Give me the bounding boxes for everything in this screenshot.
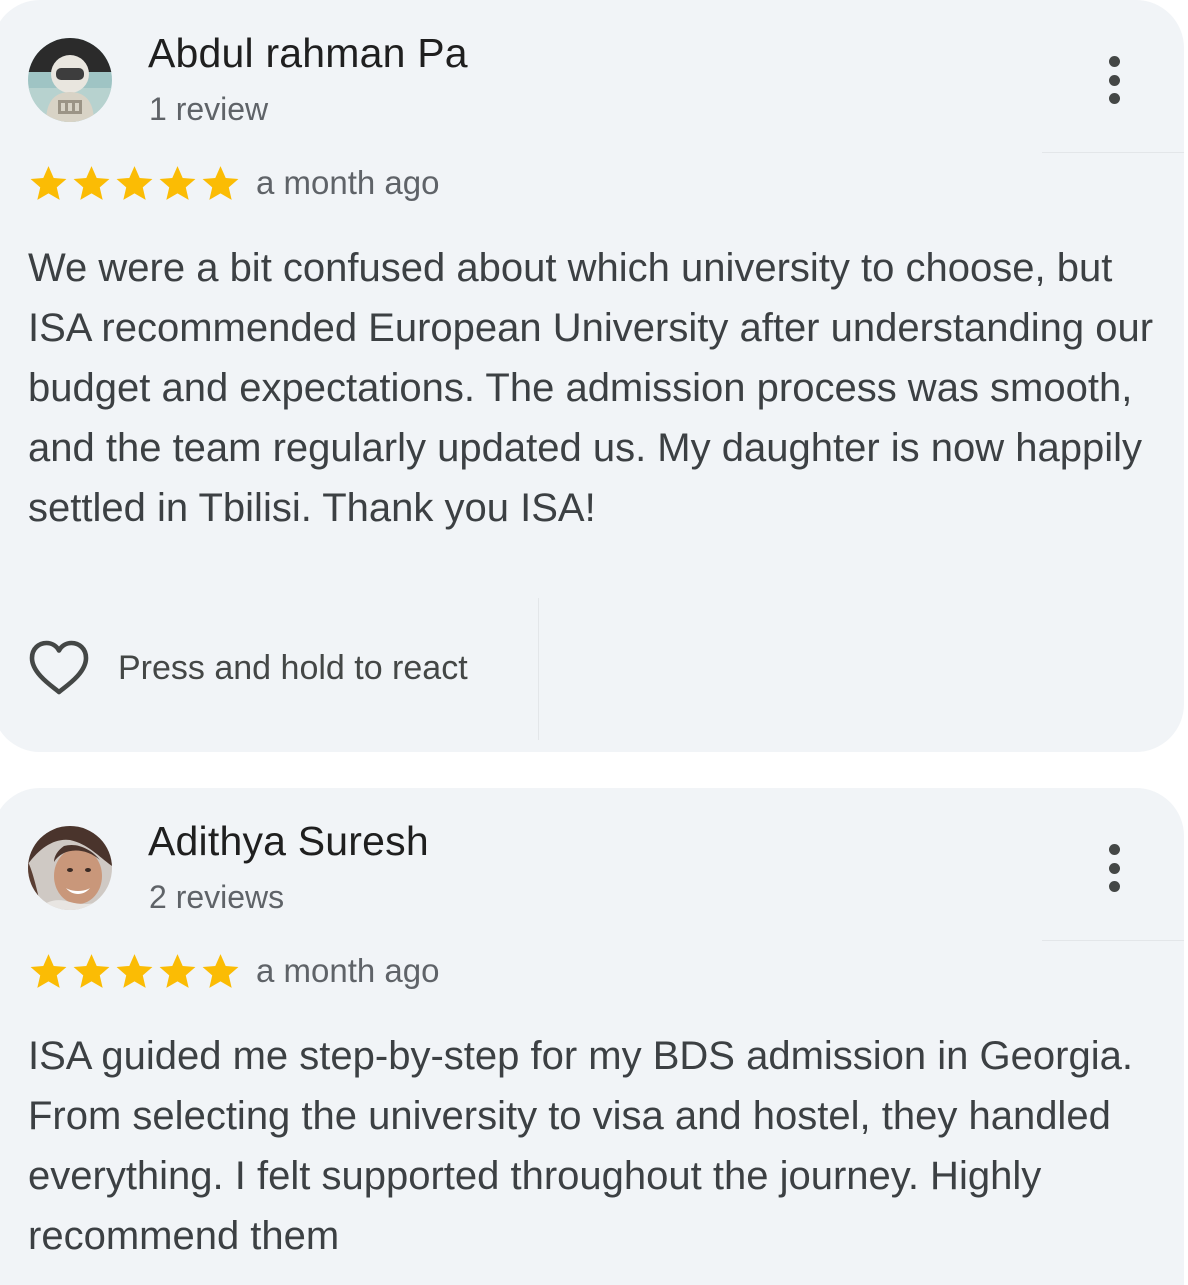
review-date: a month ago	[256, 952, 440, 989]
more-options-button[interactable]	[1092, 50, 1136, 110]
divider	[538, 598, 539, 740]
review-date: a month ago	[256, 164, 440, 201]
star-filled-icon	[116, 953, 153, 988]
reviewer-review-count[interactable]: 1 review	[149, 91, 268, 128]
rating-row: a month ago	[28, 160, 439, 206]
profile-photo-avatar-icon	[28, 826, 112, 910]
star-filled-icon	[30, 953, 67, 988]
more-options-button[interactable]	[1092, 838, 1136, 898]
reviewer-review-count[interactable]: 2 reviews	[149, 879, 284, 916]
review-text: ISA guided me step-by-step for my BDS ad…	[28, 1034, 1133, 1258]
star-filled-icon	[159, 953, 196, 988]
star-filled-icon	[73, 165, 110, 200]
more-vert-icon	[1108, 56, 1120, 67]
more-vert-icon-dot	[1108, 93, 1120, 104]
reviewer-avatar[interactable]	[28, 38, 112, 122]
review-text: We were a bit confused about which unive…	[28, 246, 1154, 530]
reviewer-avatar[interactable]	[28, 826, 112, 910]
divider	[1042, 152, 1184, 153]
reviewer-name[interactable]: Adithya Suresh	[148, 818, 429, 865]
star-filled-icon	[30, 165, 67, 200]
star-filled-icon	[202, 165, 239, 200]
review-card: Abdul rahman Pa 1 review a month ago We …	[0, 0, 1184, 752]
react-button[interactable]: Press and hold to react	[28, 638, 468, 698]
rating-row: a month ago	[28, 948, 439, 994]
star-rating	[28, 951, 244, 992]
more-vert-icon	[1108, 844, 1120, 855]
star-rating	[28, 163, 244, 204]
reviewer-name[interactable]: Abdul rahman Pa	[148, 30, 468, 77]
more-vert-icon-dot	[1108, 862, 1120, 874]
heart-outline-icon	[29, 640, 89, 695]
astronaut-avatar-icon	[28, 38, 112, 122]
react-label: Press and hold to react	[118, 648, 468, 687]
star-filled-icon	[159, 165, 196, 200]
more-vert-icon-dot	[1108, 74, 1120, 86]
star-filled-icon	[116, 165, 153, 200]
divider	[1042, 940, 1184, 941]
star-filled-icon	[73, 953, 110, 988]
reviews-feed: Abdul rahman Pa 1 review a month ago We …	[0, 0, 1188, 1285]
review-card: Adithya Suresh 2 reviews a month ago ISA…	[0, 788, 1184, 1285]
more-vert-icon-dot	[1108, 881, 1120, 892]
star-filled-icon	[202, 953, 239, 988]
